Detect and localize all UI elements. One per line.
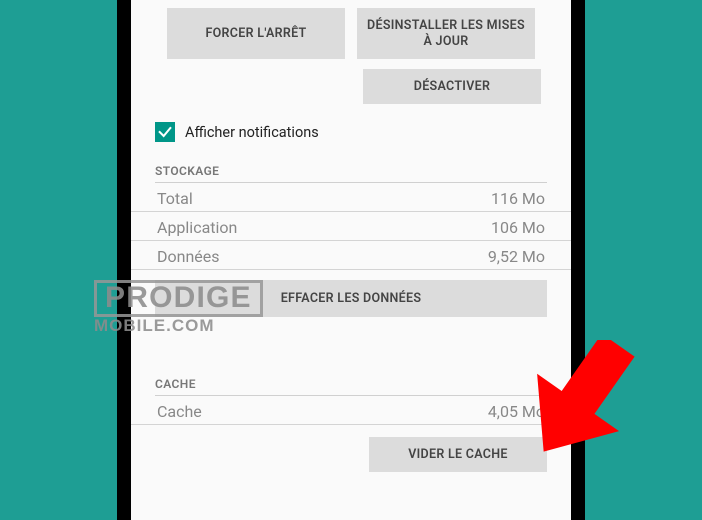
storage-data-label: Données	[157, 247, 220, 266]
clear-data-button[interactable]: EFFACER LES DONNÉES	[155, 280, 547, 317]
storage-data-value: 9,52 Mo	[488, 247, 545, 266]
storage-app-label: Application	[157, 218, 237, 237]
notifications-row: Afficher notifications	[131, 104, 571, 158]
disable-button[interactable]: DÉSACTIVER	[363, 69, 541, 104]
uninstall-updates-button[interactable]: DÉSINSTALLER LES MISES À JOUR	[357, 8, 535, 59]
phone-frame: version 9.60.1 FORCER L'ARRÊT DÉSINSTALL…	[117, 0, 585, 520]
force-stop-button[interactable]: FORCER L'ARRÊT	[167, 8, 345, 59]
storage-app-value: 106 Mo	[491, 218, 545, 237]
storage-total-value: 116 Mo	[491, 189, 545, 208]
storage-row-application: Application 106 Mo	[131, 212, 571, 241]
app-header: version 9.60.1	[131, 0, 571, 8]
storage-row-data: Données 9,52 Mo	[131, 241, 571, 270]
storage-section-title: STOCKAGE	[131, 158, 571, 182]
cache-row: Cache 4,05 Mo	[131, 396, 571, 425]
storage-total-label: Total	[157, 189, 193, 208]
cache-label: Cache	[157, 402, 202, 421]
screen: version 9.60.1 FORCER L'ARRÊT DÉSINSTALL…	[131, 0, 571, 520]
action-row-2: DÉSACTIVER	[131, 59, 571, 104]
storage-row-total: Total 116 Mo	[131, 183, 571, 212]
notifications-checkbox[interactable]	[155, 122, 175, 142]
cache-value: 4,05 Mo	[488, 402, 545, 421]
cache-section-title: CACHE	[131, 371, 571, 395]
notifications-label: Afficher notifications	[185, 124, 319, 141]
clear-cache-button[interactable]: VIDER LE CACHE	[369, 437, 547, 472]
action-row-1: FORCER L'ARRÊT DÉSINSTALLER LES MISES À …	[131, 8, 571, 59]
cache-section: CACHE Cache 4,05 Mo VIDER LE CACHE	[131, 371, 571, 425]
